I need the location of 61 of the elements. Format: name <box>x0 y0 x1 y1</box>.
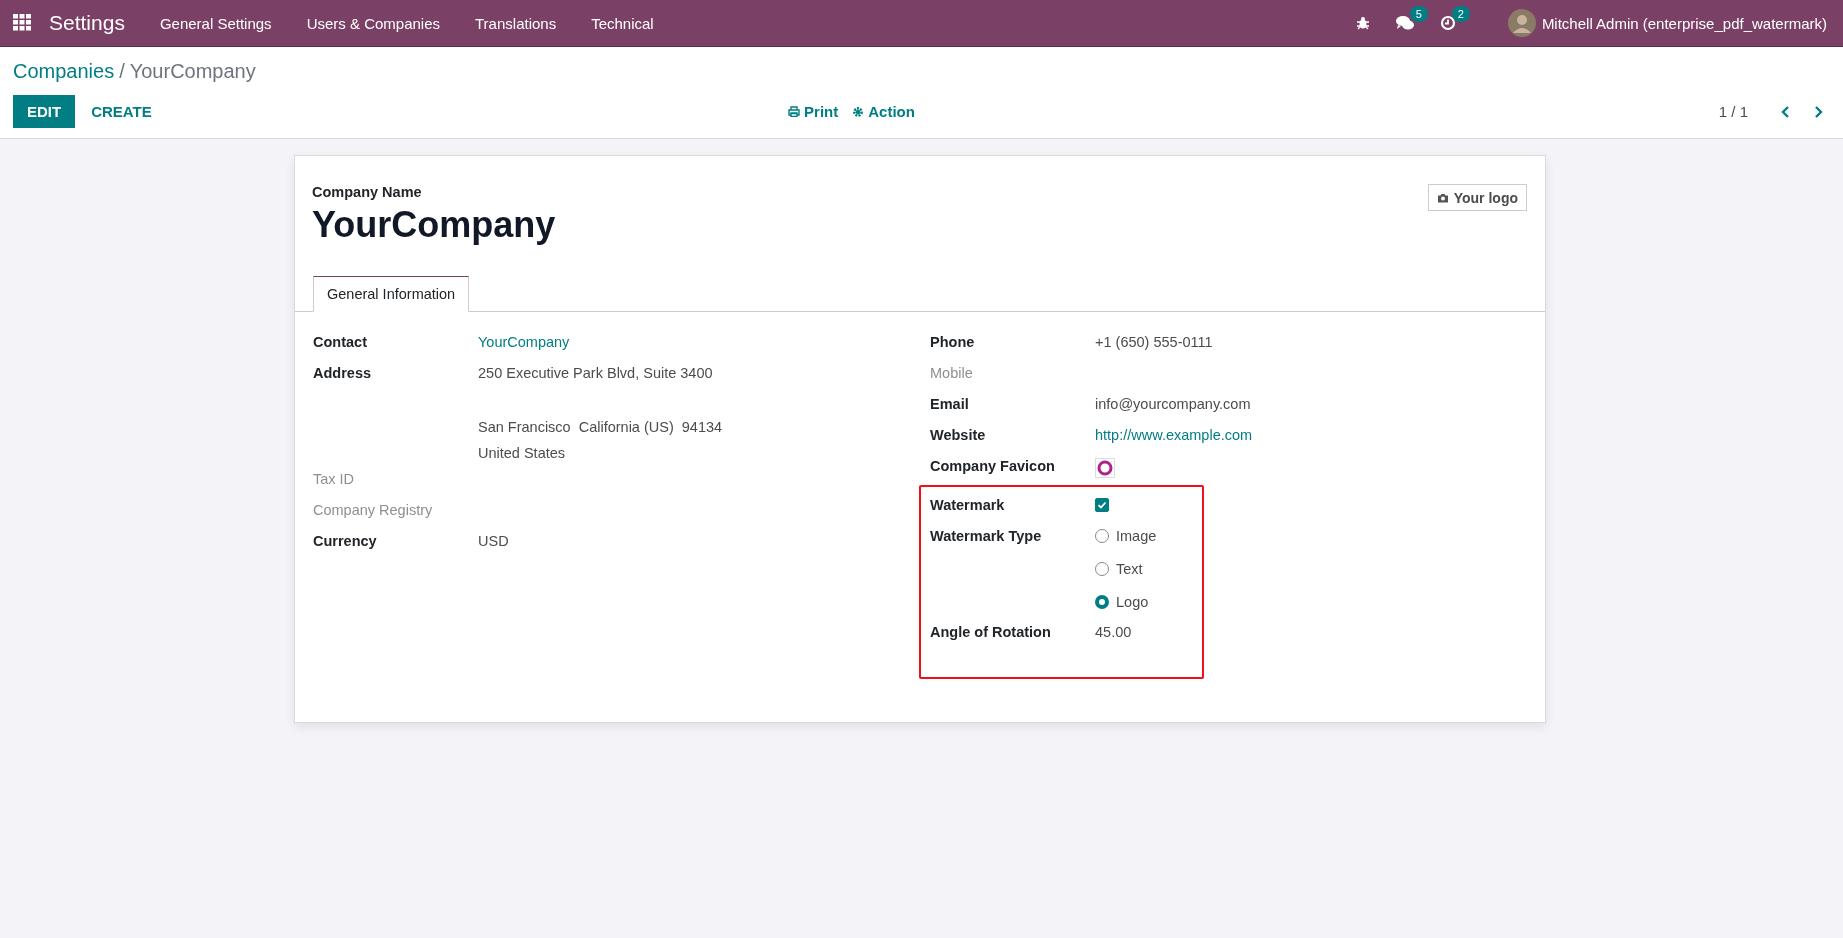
print-button[interactable]: Print <box>781 95 846 128</box>
printer-icon <box>788 106 801 117</box>
field-label: Address <box>313 364 373 383</box>
field-label: Watermark <box>930 496 1006 515</box>
field-value: 45.00 <box>1095 624 1132 640</box>
address-country: United States <box>478 445 567 461</box>
chevron-left-icon[interactable] <box>1780 104 1792 119</box>
edit-button[interactable]: EDIT <box>13 95 76 128</box>
create-button[interactable]: CREATE <box>77 95 166 128</box>
breadcrumb-separator: / <box>119 60 125 83</box>
user-menu[interactable]: Mitchell Admin (enterprise_pdf_watermark) <box>1541 14 1827 32</box>
radio-button[interactable] <box>1095 595 1109 609</box>
radio-label[interactable]: Image <box>1116 528 1157 544</box>
breadcrumb-link[interactable]: Companies <box>13 60 115 83</box>
bug-icon[interactable] <box>1355 16 1370 30</box>
field-label: Phone <box>930 333 976 352</box>
field-label: Currency <box>313 532 378 551</box>
field-label: Company Favicon <box>930 457 1056 476</box>
logo-upload-button[interactable]: Your logo <box>1427 184 1527 211</box>
address-street: 250 Executive Park Blvd, Suite 3400 <box>478 365 714 381</box>
clock-icon[interactable] <box>1439 15 1456 31</box>
menu-item[interactable]: Technical <box>591 14 654 32</box>
field-link[interactable]: YourCompany <box>478 334 570 350</box>
field-value: info@yourcompany.com <box>1095 396 1251 412</box>
address-state: California (US) <box>578 419 674 435</box>
field-label: Mobile <box>930 364 974 383</box>
gear-icon <box>852 105 865 118</box>
address-zip: 94134 <box>681 419 723 435</box>
camera-icon <box>1436 192 1449 203</box>
company-name: YourCompany <box>312 204 556 246</box>
action-button[interactable]: Action <box>845 95 922 128</box>
field-label: Tax ID <box>313 470 356 489</box>
field-label: Angle of Rotation <box>930 623 1052 642</box>
activity-count-badge: 2 <box>1451 6 1470 22</box>
menu-item[interactable]: General Settings <box>159 14 272 32</box>
field-label: Website <box>930 426 987 445</box>
field-link[interactable]: http://www.example.com <box>1095 427 1253 443</box>
field-label: Watermark Type <box>930 527 1043 546</box>
radio-label[interactable]: Logo <box>1116 594 1149 610</box>
address-city: San Francisco <box>478 419 571 435</box>
message-count-badge: 5 <box>1409 6 1428 22</box>
menu-item[interactable]: Translations <box>475 14 557 32</box>
chat-icon[interactable] <box>1395 15 1414 31</box>
app-grid-icon[interactable] <box>13 14 31 32</box>
checkmark-icon <box>1096 499 1108 511</box>
watermark-checkbox[interactable] <box>1095 498 1109 512</box>
app-title[interactable]: Settings <box>49 11 125 35</box>
field-label: Email <box>930 395 970 414</box>
menu-item[interactable]: Users & Companies <box>306 14 440 32</box>
form-tab[interactable]: General Information <box>313 276 470 312</box>
avatar-icon[interactable] <box>1507 9 1536 37</box>
radio-label[interactable]: Text <box>1116 561 1143 577</box>
field-label: Company Registry <box>313 501 434 520</box>
breadcrumb-current: YourCompany <box>129 60 256 83</box>
pager-counter: 1 / 1 <box>1718 103 1748 120</box>
chevron-right-icon[interactable] <box>1812 104 1824 119</box>
field-value: USD <box>478 533 509 549</box>
field-value: +1 (650) 555-0111 <box>1095 334 1213 350</box>
field-label: Contact <box>313 333 368 352</box>
company-name-label: Company Name <box>312 184 423 200</box>
favicon-icon <box>1095 458 1115 478</box>
